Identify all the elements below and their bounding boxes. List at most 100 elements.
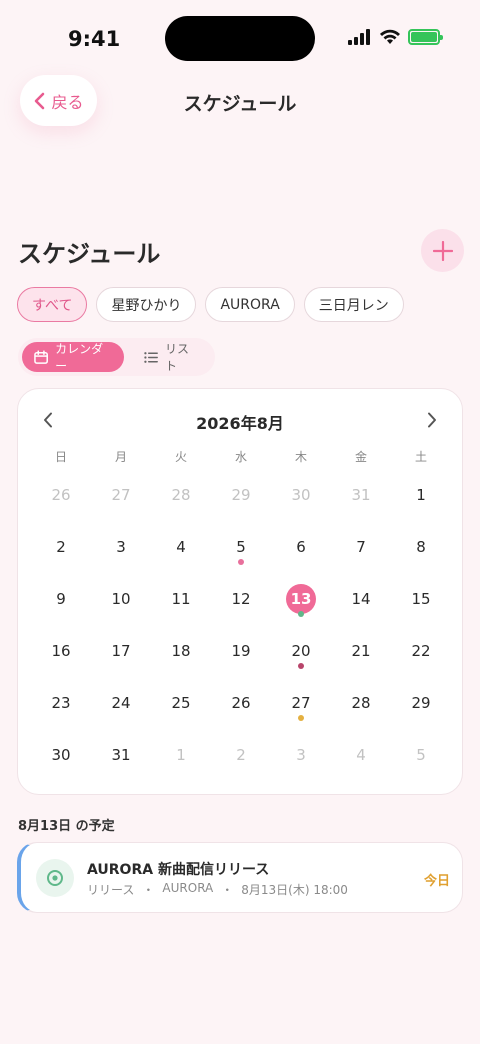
day-number: 13 bbox=[286, 584, 316, 614]
calendar-day[interactable]: 1 bbox=[391, 469, 451, 521]
target-icon bbox=[47, 870, 63, 886]
calendar-day[interactable]: 30 bbox=[31, 729, 91, 781]
calendar-day[interactable]: 27 bbox=[271, 677, 331, 729]
day-number: 30 bbox=[291, 486, 311, 504]
day-number: 11 bbox=[171, 590, 191, 608]
event-meta: リリース ・ AURORA ・ 8月13日(木) 18:00 bbox=[87, 881, 348, 898]
day-number: 23 bbox=[51, 694, 71, 712]
calendar-day[interactable]: 25 bbox=[151, 677, 211, 729]
event-dot bbox=[298, 611, 304, 617]
calendar-day[interactable]: 3 bbox=[271, 729, 331, 781]
day-number: 15 bbox=[411, 590, 431, 608]
calendar-day[interactable]: 23 bbox=[31, 677, 91, 729]
day-number: 29 bbox=[411, 694, 431, 712]
event-card[interactable]: AURORA 新曲配信リリース リリース ・ AURORA ・ 8月13日(木)… bbox=[17, 842, 463, 913]
filter-chip-all[interactable]: すべて bbox=[17, 287, 88, 322]
calendar-day[interactable]: 26 bbox=[211, 677, 271, 729]
calendar-day[interactable]: 28 bbox=[151, 469, 211, 521]
calendar-day[interactable]: 4 bbox=[151, 521, 211, 573]
calendar-day[interactable]: 7 bbox=[331, 521, 391, 573]
calendar-card: 2026年8月 日月火水木金土 26 27 28 29 30 31 1 2 3 4 5 6 7 8 9 10 1… bbox=[17, 388, 463, 795]
calendar-day[interactable]: 5 bbox=[211, 521, 271, 573]
day-number: 24 bbox=[111, 694, 131, 712]
day-number: 2 bbox=[236, 746, 246, 764]
calendar-day[interactable]: 18 bbox=[151, 625, 211, 677]
list-view-label: リスト bbox=[165, 342, 190, 373]
calendar-day[interactable]: 26 bbox=[31, 469, 91, 521]
calendar-day[interactable]: 10 bbox=[91, 573, 151, 625]
day-number: 31 bbox=[351, 486, 371, 504]
calendar-day[interactable]: 4 bbox=[331, 729, 391, 781]
calendar-day[interactable]: 30 bbox=[271, 469, 331, 521]
day-number: 27 bbox=[111, 486, 131, 504]
day-number: 3 bbox=[296, 746, 306, 764]
today-badge: 今日 bbox=[423, 874, 450, 889]
day-number: 9 bbox=[56, 590, 66, 608]
day-number: 27 bbox=[291, 694, 311, 712]
day-number: 22 bbox=[411, 642, 431, 660]
event-datetime: 8月13日(木) 18:00 bbox=[241, 883, 348, 897]
calendar-day[interactable]: 6 bbox=[271, 521, 331, 573]
calendar-day[interactable]: 29 bbox=[211, 469, 271, 521]
day-number: 18 bbox=[171, 642, 191, 660]
event-dot bbox=[238, 559, 244, 565]
wifi-icon bbox=[380, 29, 400, 44]
calendar-day[interactable]: 9 bbox=[31, 573, 91, 625]
weekday-label: 土 bbox=[414, 450, 427, 464]
calendar-day[interactable]: 2 bbox=[211, 729, 271, 781]
calendar-day[interactable]: 19 bbox=[211, 625, 271, 677]
calendar-day[interactable]: 27 bbox=[91, 469, 151, 521]
calendar-day[interactable]: 24 bbox=[91, 677, 151, 729]
chevron-right-icon bbox=[428, 412, 436, 428]
event-dot bbox=[298, 715, 304, 721]
event-artist: AURORA bbox=[162, 881, 214, 895]
list-view-button[interactable]: リスト bbox=[132, 342, 211, 373]
calendar-day[interactable]: 20 bbox=[271, 625, 331, 677]
calendar-day[interactable]: 21 bbox=[331, 625, 391, 677]
calendar-day-today[interactable]: 13 bbox=[271, 573, 331, 625]
calendar-day[interactable]: 17 bbox=[91, 625, 151, 677]
plus-icon bbox=[432, 240, 453, 261]
filter-chip-mikazuki-ren[interactable]: 三日月レン bbox=[303, 287, 404, 322]
view-toggle: カレンダー リスト bbox=[18, 338, 215, 376]
signal-icon bbox=[348, 29, 370, 45]
calendar-view-button[interactable]: カレンダー bbox=[22, 342, 124, 373]
month-label: 2026年8月 bbox=[196, 414, 284, 433]
day-number: 21 bbox=[351, 642, 371, 660]
filter-chip-hoshino-hikari[interactable]: 星野ひかり bbox=[96, 287, 197, 322]
day-number: 10 bbox=[111, 590, 131, 608]
calendar-day[interactable]: 2 bbox=[31, 521, 91, 573]
next-month-button[interactable] bbox=[419, 407, 445, 433]
calendar-day[interactable]: 31 bbox=[91, 729, 151, 781]
day-number: 30 bbox=[51, 746, 71, 764]
calendar-day[interactable]: 5 bbox=[391, 729, 451, 781]
event-title: AURORA 新曲配信リリース bbox=[87, 862, 270, 878]
weekday-label: 水 bbox=[234, 450, 247, 464]
day-number: 26 bbox=[51, 486, 71, 504]
add-schedule-button[interactable] bbox=[421, 229, 464, 272]
calendar-day[interactable]: 31 bbox=[331, 469, 391, 521]
calendar-day[interactable]: 11 bbox=[151, 573, 211, 625]
calendar-day[interactable]: 16 bbox=[31, 625, 91, 677]
day-number: 19 bbox=[231, 642, 251, 660]
day-number: 28 bbox=[171, 486, 191, 504]
filter-chip-aurora[interactable]: AURORA bbox=[205, 287, 295, 322]
calendar-day[interactable]: 14 bbox=[331, 573, 391, 625]
calendar-day[interactable]: 28 bbox=[331, 677, 391, 729]
day-number: 16 bbox=[51, 642, 71, 660]
calendar-day[interactable]: 22 bbox=[391, 625, 451, 677]
day-number: 8 bbox=[416, 538, 426, 556]
day-number: 7 bbox=[356, 538, 366, 556]
events-heading: 8月13日 の予定 bbox=[18, 819, 115, 834]
calendar-day[interactable]: 12 bbox=[211, 573, 271, 625]
calendar-view-label: カレンダー bbox=[55, 342, 104, 373]
calendar-day[interactable]: 1 bbox=[151, 729, 211, 781]
calendar-day[interactable]: 8 bbox=[391, 521, 451, 573]
event-type-icon bbox=[36, 859, 74, 897]
day-number: 12 bbox=[231, 590, 251, 608]
calendar-day[interactable]: 15 bbox=[391, 573, 451, 625]
day-number: 25 bbox=[171, 694, 191, 712]
calendar-day[interactable]: 3 bbox=[91, 521, 151, 573]
status-icons bbox=[348, 29, 443, 45]
calendar-day[interactable]: 29 bbox=[391, 677, 451, 729]
